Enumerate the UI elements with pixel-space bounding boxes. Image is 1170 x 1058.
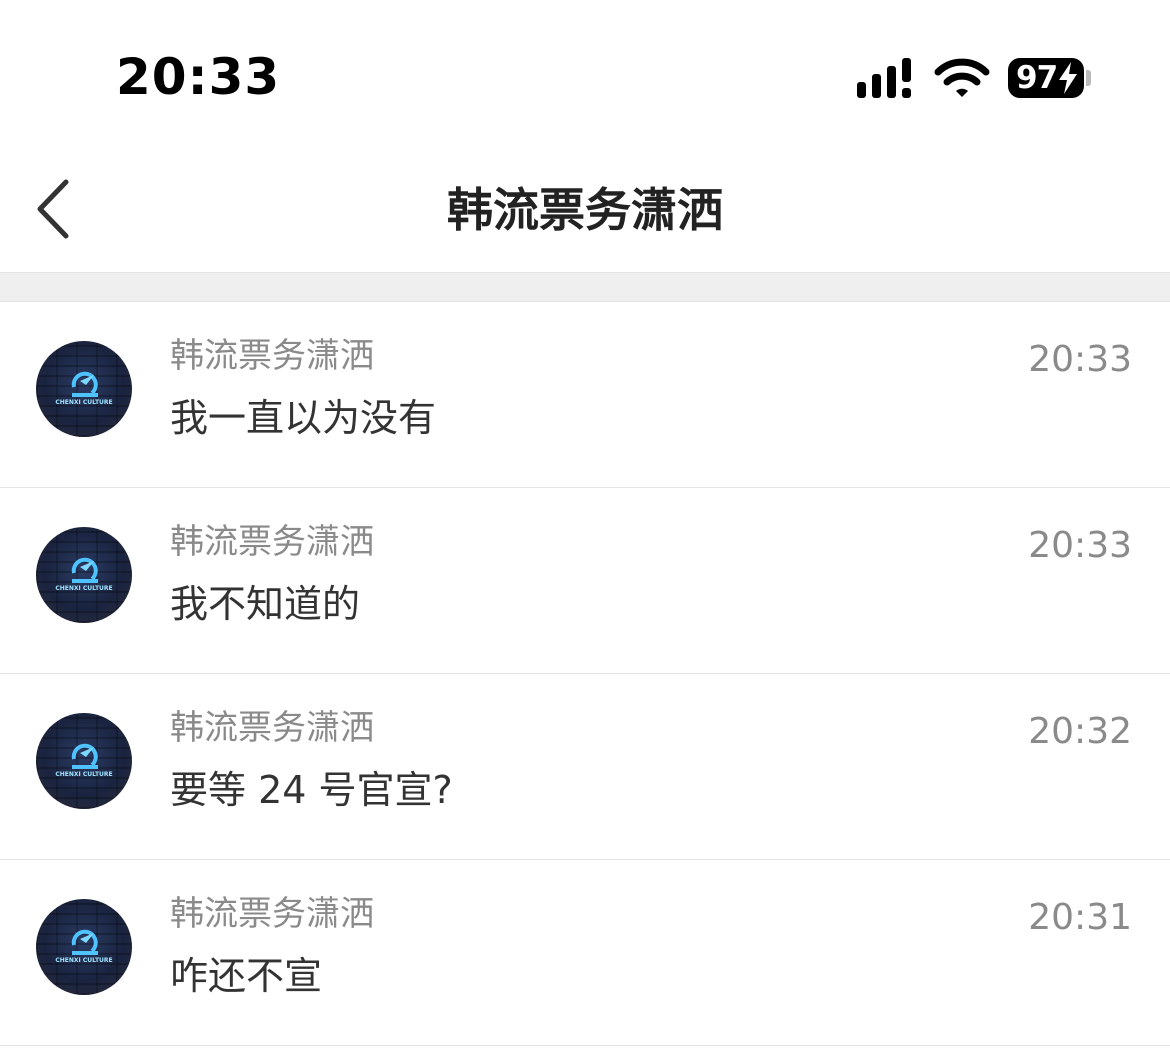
nav-bar: 韩流票务潇洒 (0, 150, 1170, 272)
avatar-label: CHENXI CULTURE (55, 957, 112, 964)
message-row[interactable]: CHENXI CULTURE 韩流票务潇洒 我一直以为没有 20:33 (0, 302, 1170, 488)
battery-nub (1086, 70, 1091, 86)
avatar[interactable]: CHENXI CULTURE (36, 527, 132, 623)
sender-name: 韩流票务潇洒 (170, 894, 374, 934)
message-time: 20:33 (1028, 525, 1132, 566)
avatar-label: CHENXI CULTURE (55, 399, 112, 406)
message-text: 我不知道的 (170, 582, 361, 626)
message-row[interactable]: CHENXI CULTURE 韩流票务潇洒 我不知道的 20:33 (0, 488, 1170, 674)
avatar[interactable]: CHENXI CULTURE (36, 341, 132, 437)
avatar-label: CHENXI CULTURE (55, 585, 112, 592)
avatar-label: CHENXI CULTURE (55, 771, 112, 778)
chenxi-logo-icon: CHENXI CULTURE (55, 371, 113, 406)
page-title: 韩流票务潇洒 (447, 183, 723, 237)
message-time: 20:31 (1028, 897, 1132, 938)
status-bar: 20:33 97 (0, 0, 1170, 150)
sender-name: 韩流票务潇洒 (170, 708, 374, 748)
chenxi-logo-icon: CHENXI CULTURE (55, 557, 113, 592)
message-row[interactable]: CHENXI CULTURE 韩流票务潇洒 要等 24 号官宣? 20:32 (0, 674, 1170, 860)
message-list: CHENXI CULTURE 韩流票务潇洒 我一直以为没有 20:33 CHEN… (0, 302, 1170, 1046)
message-time: 20:33 (1028, 339, 1132, 380)
chenxi-logo-icon: CHENXI CULTURE (55, 743, 113, 778)
sender-name: 韩流票务潇洒 (170, 522, 374, 562)
sender-name: 韩流票务潇洒 (170, 336, 374, 376)
signal-icon (857, 58, 911, 98)
message-text: 咋还不宣 (170, 954, 323, 998)
wifi-icon (934, 58, 990, 97)
chenxi-logo-icon: CHENXI CULTURE (55, 929, 113, 964)
battery-charging-icon (1059, 62, 1077, 94)
avatar[interactable]: CHENXI CULTURE (36, 713, 132, 809)
battery-percent: 97 (1016, 60, 1058, 96)
message-text: 要等 24 号官宣? (170, 768, 453, 812)
section-divider (0, 272, 1170, 302)
message-row[interactable]: CHENXI CULTURE 韩流票务潇洒 咋还不宣 20:31 (0, 860, 1170, 1046)
avatar[interactable]: CHENXI CULTURE (36, 899, 132, 995)
status-time: 20:33 (116, 48, 281, 106)
message-text: 我一直以为没有 (170, 396, 437, 440)
message-time: 20:32 (1028, 711, 1132, 752)
